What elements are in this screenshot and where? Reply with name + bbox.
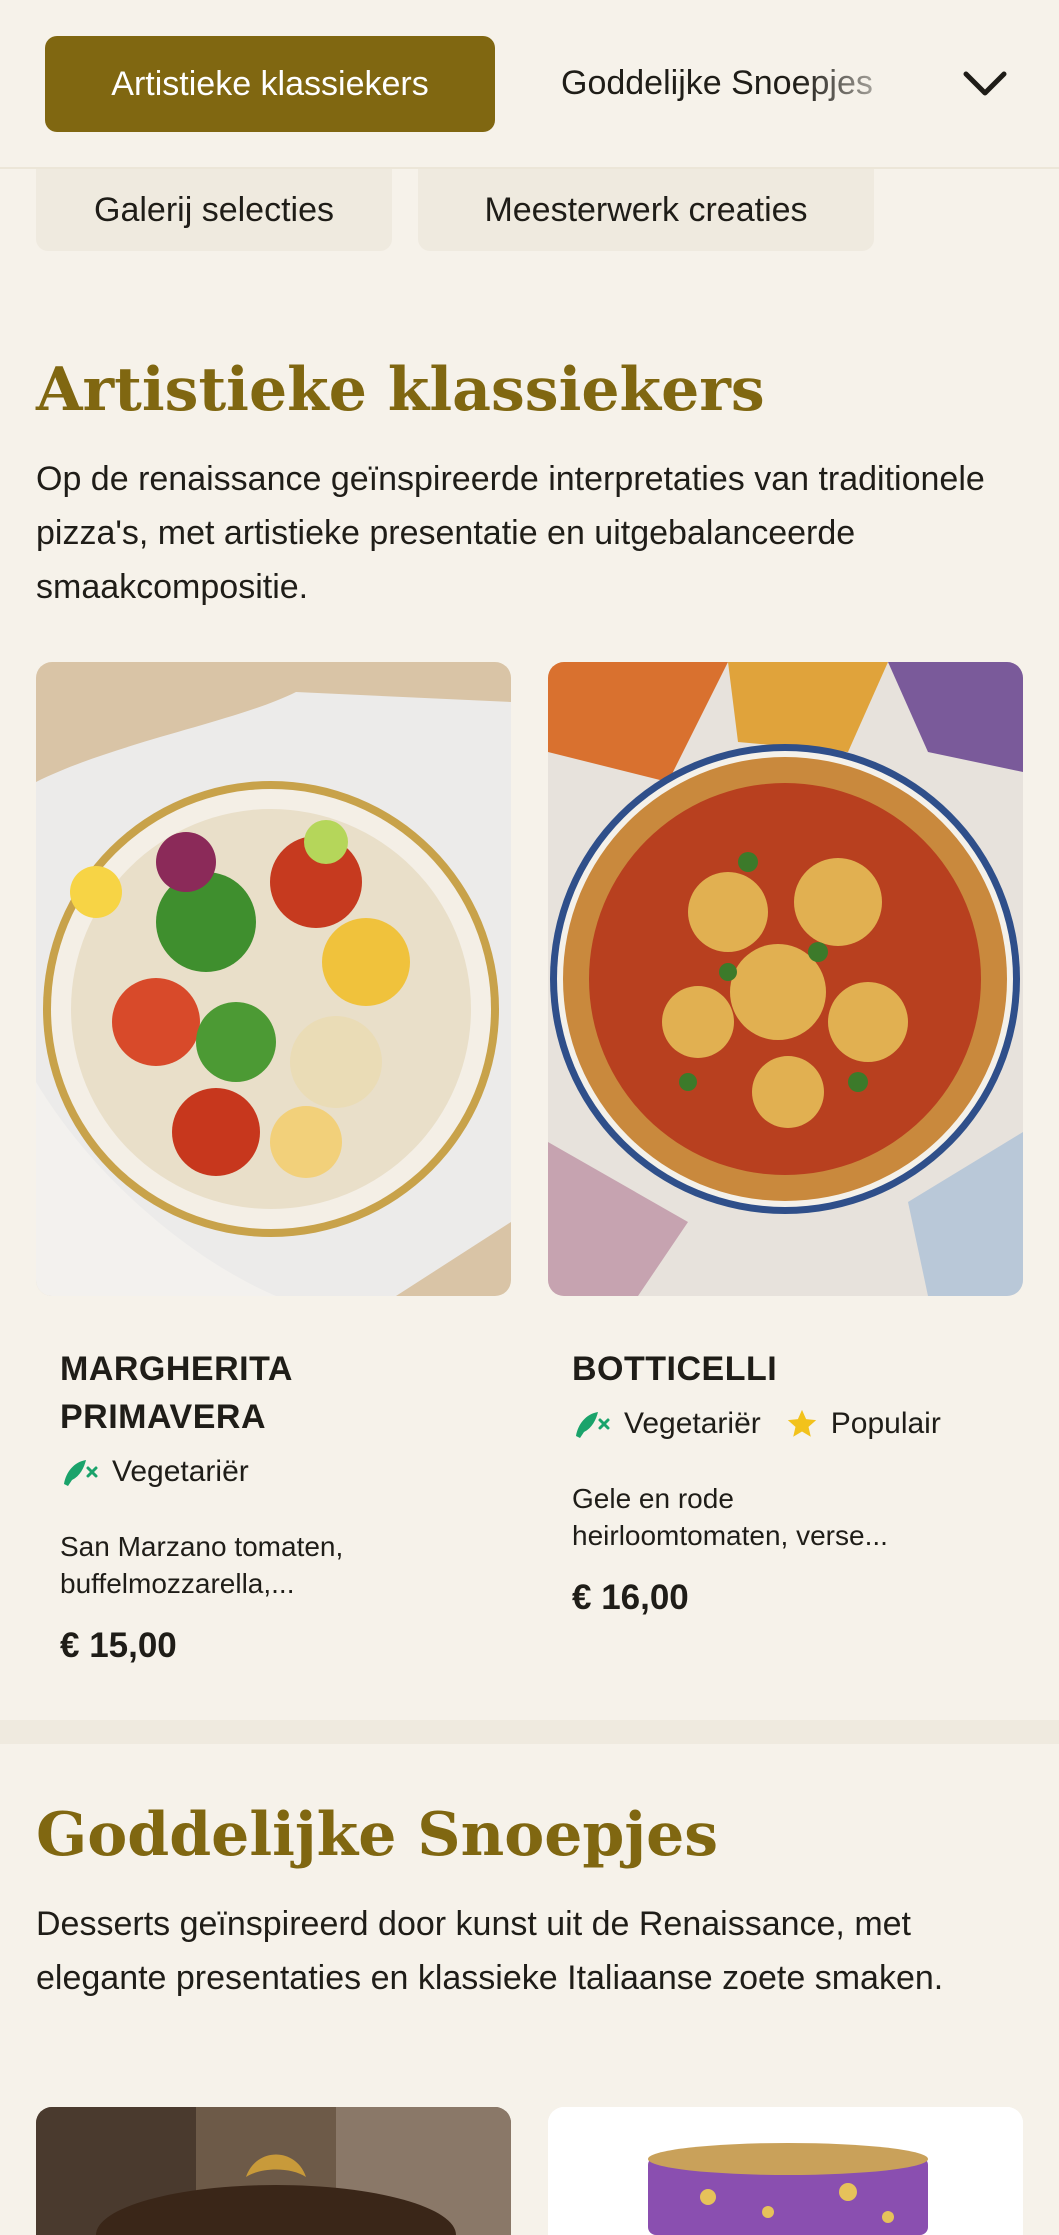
dish-name: BOTTICELLI (572, 1345, 777, 1393)
dish-badges: Vegetariër Populair (572, 1406, 955, 1442)
dish-description-line: heirloomtomaten, verse... (572, 1520, 888, 1551)
vegetarian-icon (64, 1460, 98, 1486)
section-title: Artistieke klassiekers (36, 355, 765, 425)
badge-vegetarian: Vegetariër (60, 1454, 249, 1490)
dish-name-line: BOTTICELLI (572, 1350, 778, 1388)
dessert-photo (548, 2107, 1023, 2235)
badge-vegetarian: Vegetariër (572, 1406, 761, 1442)
section-description: Op de renaissance geïnspireerde interpre… (36, 460, 985, 606)
dish-badges: Vegetariër (60, 1454, 263, 1490)
dish-description: San Marzano tomaten, buffelmozzarella,..… (60, 1528, 490, 1602)
vegetarian-icon (576, 1412, 610, 1438)
dessert-image-1[interactable] (36, 2107, 511, 2235)
tab-galerij-selecties[interactable]: Galerij selecties (36, 169, 392, 251)
section-divider (0, 1720, 1059, 1744)
badge-label: Vegetariër (624, 1407, 761, 1440)
dish-name-line: MARGHERITA (60, 1350, 293, 1388)
dish-image-margherita[interactable] (36, 662, 511, 1296)
badge-label: Vegetariër (112, 1455, 249, 1488)
section-title: Goddelijke Snoepjes (36, 1800, 719, 1870)
pizza-plate-image (548, 662, 1023, 1296)
dish-description-line: buffelmozzarella,... (60, 1568, 295, 1599)
tab-meesterwerk-creaties[interactable]: Meesterwerk creaties (418, 169, 874, 251)
dessert-photo (36, 2107, 511, 2235)
dish-name-line: PRIMAVERA (60, 1398, 266, 1436)
dish-price: € 16,00 (572, 1578, 689, 1617)
tab-artistieke-klassiekers[interactable]: Artistieke klassiekers (45, 36, 495, 132)
dish-price: € 15,00 (60, 1626, 177, 1665)
badge-label: Populair (830, 1407, 941, 1440)
category-nav: Artistieke klassiekers Goddelijke Snoepj… (0, 0, 1059, 169)
salad-plate-image (36, 662, 511, 1296)
tab-fade-overlay (800, 40, 940, 130)
dish-description-line: San Marzano tomaten, (60, 1531, 344, 1562)
dessert-image-2[interactable] (548, 2107, 1023, 2235)
dish-image-botticelli[interactable] (548, 662, 1023, 1296)
star-icon (787, 1409, 816, 1437)
chevron-down-icon[interactable] (960, 58, 1010, 108)
badge-popular: Populair (785, 1407, 941, 1441)
section-description: Desserts geïnspireerd door kunst uit de … (36, 1905, 944, 1997)
dish-name: MARGHERITA PRIMAVERA (60, 1345, 293, 1441)
dish-description: Gele en rode heirloomtomaten, verse... (572, 1480, 1002, 1554)
dish-description-line: Gele en rode (572, 1483, 734, 1514)
